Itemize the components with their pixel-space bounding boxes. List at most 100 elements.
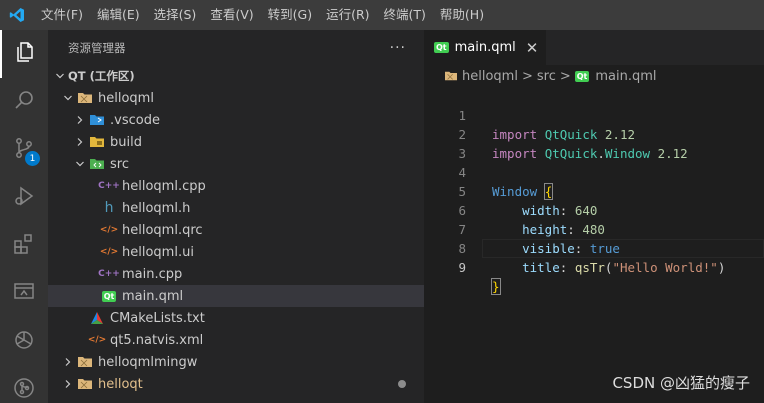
- cpp-file-icon: C++: [98, 181, 120, 191]
- line-number: 9: [458, 260, 466, 275]
- breadcrumb-item[interactable]: helloqml: [462, 69, 518, 84]
- vscode-folder-icon: [88, 109, 106, 131]
- xml-file-icon: </>: [99, 225, 119, 235]
- folder-icon: [442, 65, 460, 87]
- menu-run[interactable]: 运行(R): [319, 0, 376, 30]
- tree-item-main-qml[interactable]: Qt main.qml: [48, 285, 424, 307]
- build-folder-icon: [88, 131, 106, 153]
- tab-main-qml[interactable]: Qt main.qml ✕: [424, 30, 547, 65]
- menu-terminal[interactable]: 终端(T): [377, 0, 433, 30]
- property-name: title: [522, 260, 560, 275]
- folder-icon: [76, 373, 94, 395]
- workspace-root[interactable]: QT (工作区): [48, 65, 424, 87]
- string-literal: "Hello World!": [612, 260, 718, 275]
- source-control-button[interactable]: 1: [0, 126, 48, 174]
- menu-view[interactable]: 查看(V): [203, 0, 260, 30]
- tree-item-label: main.qml: [122, 288, 184, 304]
- workspace-label: QT (工作区): [68, 69, 135, 83]
- tree-item-build[interactable]: build: [48, 131, 424, 153]
- tree-item-helloqml-cpp[interactable]: C++ helloqml.cpp: [48, 175, 424, 197]
- punctuation: :: [559, 260, 568, 275]
- editor-area: Qt main.qml ✕ helloqml > src > Qt main.q…: [424, 30, 764, 403]
- qt-file-icon: Qt: [574, 70, 590, 82]
- tab-bar: Qt main.qml ✕: [424, 30, 764, 65]
- run-debug-icon: [12, 184, 36, 212]
- tree-item-label: build: [110, 134, 142, 150]
- tree-item-label: helloqml.h: [122, 200, 191, 216]
- tree-item-label: helloqml.cpp: [122, 178, 206, 194]
- function-name: qsTr: [574, 260, 605, 275]
- openai-icon: [12, 328, 36, 356]
- remote-explorer-icon: [12, 280, 36, 308]
- tree-item-label: CMakeLists.txt: [110, 310, 205, 326]
- files-icon: [13, 40, 37, 68]
- tree-item-helloqmlmingw[interactable]: helloqmlmingw: [48, 351, 424, 373]
- menu-help[interactable]: 帮助(H): [433, 0, 491, 30]
- tree-item-label: helloqt: [98, 376, 143, 392]
- tree-item-qt5-natvis[interactable]: </> qt5.natvis.xml: [48, 329, 424, 351]
- code-line: 4 Window {: [424, 144, 764, 200]
- tree-item-label: helloqml.ui: [122, 244, 194, 260]
- explorer-title: 资源管理器: [68, 40, 126, 55]
- search-icon: [12, 88, 36, 116]
- src-folder-icon: [88, 153, 106, 175]
- tree-item-label: helloqmlmingw: [98, 354, 198, 370]
- tree-item-helloqml-ui[interactable]: </> helloqml.ui: [48, 241, 424, 263]
- run-debug-button[interactable]: [0, 174, 48, 222]
- code-line: 8 title: qsTr("Hello World!"): [424, 220, 764, 275]
- tree-item-helloqml-h[interactable]: h helloqml.h: [48, 197, 424, 219]
- menu-file[interactable]: 文件(F): [34, 0, 90, 30]
- tree-item-helloqt[interactable]: helloqt: [48, 373, 424, 395]
- chevron-right-icon: [60, 373, 76, 395]
- tab-label: main.qml: [454, 40, 516, 55]
- chevron-right-icon: [72, 109, 88, 131]
- breadcrumb-separator: >: [559, 68, 571, 84]
- code-line: 2 import QtQuick.Window 2.12: [424, 106, 764, 161]
- qt-badge: Qt: [101, 290, 117, 302]
- chevron-down-icon: [72, 153, 88, 175]
- breadcrumb-item[interactable]: src: [537, 69, 556, 84]
- code-line: 1 import QtQuick 2.12: [424, 87, 764, 142]
- gitlens-button[interactable]: [0, 366, 48, 403]
- activity-bar: 1: [0, 30, 48, 403]
- xml-file-icon: </>: [87, 335, 107, 345]
- extensions-button[interactable]: [0, 222, 48, 270]
- remote-explorer-button[interactable]: [0, 270, 48, 318]
- explorer-button[interactable]: [0, 30, 48, 78]
- extensions-icon: [12, 232, 36, 260]
- watermark: CSDN @凶猛的瘦子: [612, 374, 750, 392]
- cmake-file-icon: [88, 307, 106, 329]
- modified-dot-icon: [398, 380, 406, 388]
- qt-file-icon: Qt: [434, 42, 449, 53]
- menu-bar: 文件(F) 编辑(E) 选择(S) 查看(V) 转到(G) 运行(R) 终端(T…: [34, 0, 491, 30]
- header-file-icon: h: [104, 200, 114, 216]
- breadcrumb-separator: >: [521, 68, 533, 84]
- menu-edit[interactable]: 编辑(E): [90, 0, 147, 30]
- tree-item-vscode[interactable]: .vscode: [48, 109, 424, 131]
- menu-selection[interactable]: 选择(S): [147, 0, 204, 30]
- explorer-sidebar: 资源管理器 ··· QT (工作区) helloqml .vscode buil…: [48, 30, 424, 403]
- punctuation: ): [717, 260, 726, 275]
- qt-file-icon: Qt: [100, 285, 118, 307]
- search-button[interactable]: [0, 78, 48, 126]
- code-line: 9 }: [424, 239, 764, 295]
- tree-item-helloqml[interactable]: helloqml: [48, 87, 424, 109]
- cpp-file-icon: C++: [98, 269, 120, 279]
- explorer-header: 资源管理器 ···: [48, 30, 424, 65]
- breadcrumb-item[interactable]: main.qml: [595, 69, 656, 84]
- tree-item-src[interactable]: src: [48, 153, 424, 175]
- menu-go[interactable]: 转到(G): [261, 0, 319, 30]
- more-actions-icon[interactable]: ···: [390, 40, 406, 56]
- tree-item-label: helloqml.qrc: [122, 222, 203, 238]
- code-line: 5 width: 640: [424, 163, 764, 218]
- chevron-down-icon: [52, 65, 68, 87]
- tree-item-helloqml-qrc[interactable]: </> helloqml.qrc: [48, 219, 424, 241]
- chevron-down-icon: [60, 87, 76, 109]
- tree-item-cmakelists[interactable]: CMakeLists.txt: [48, 307, 424, 329]
- tree-item-main-cpp[interactable]: C++ main.cpp: [48, 263, 424, 285]
- close-icon[interactable]: ✕: [526, 39, 539, 57]
- folder-icon: [76, 351, 94, 373]
- tree-item-label: .vscode: [110, 112, 160, 128]
- openai-button[interactable]: [0, 318, 48, 366]
- xml-file-icon: </>: [99, 247, 119, 257]
